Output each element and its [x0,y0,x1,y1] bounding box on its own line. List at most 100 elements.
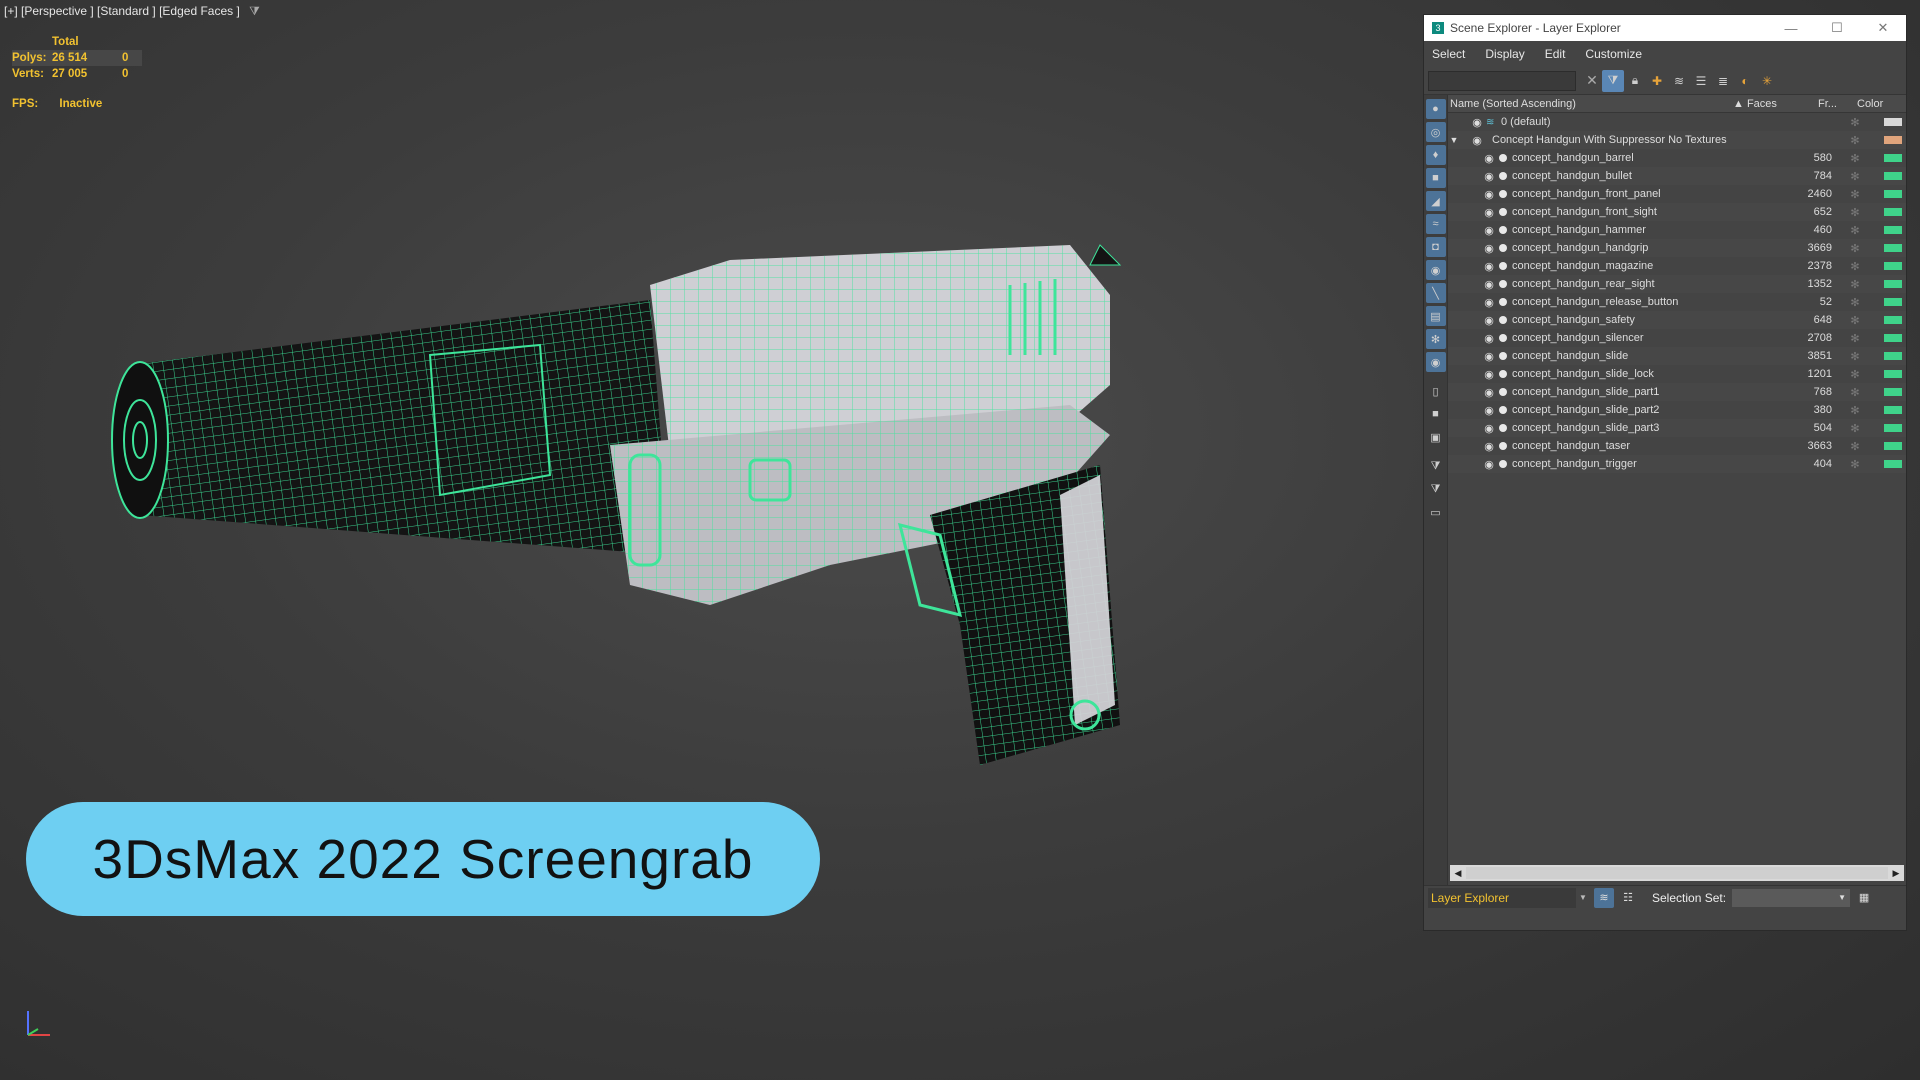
group-layer-row[interactable]: ▼ ◉ Concept Handgun With Suppressor No T… [1448,131,1906,149]
maximize-icon[interactable]: ☐ [1814,20,1860,36]
geometry-filter-icon[interactable]: ● [1425,99,1446,119]
freeze-icon[interactable]: ✻ [1840,314,1870,327]
hierarchy-mode-icon[interactable]: ☷ [1618,888,1638,908]
render-dot-icon[interactable] [1499,208,1507,216]
object-color-swatch[interactable] [1884,280,1902,288]
object-color-swatch[interactable] [1884,172,1902,180]
scroll-right-icon[interactable]: ▶ [1888,868,1904,879]
freeze-icon[interactable]: ✻ [1840,134,1870,147]
visibility-eye-icon[interactable]: ◉ [1482,314,1496,327]
render-dot-icon[interactable] [1499,334,1507,342]
object-row[interactable]: ◉ concept_handgun_silencer 2708 ✻ [1448,329,1906,347]
bones-filter-icon[interactable]: ╲ [1425,283,1446,303]
object-row[interactable]: ◉ concept_handgun_handgrip 3669 ✻ [1448,239,1906,257]
menu-customize[interactable]: Customize [1585,47,1642,61]
object-color-swatch[interactable] [1884,406,1902,414]
visibility-eye-icon[interactable]: ◉ [1482,350,1496,363]
object-row[interactable]: ◉ concept_handgun_barrel 580 ✻ [1448,149,1906,167]
object-row[interactable]: ◉ concept_handgun_taser 3663 ✻ [1448,437,1906,455]
visibility-eye-icon[interactable]: ◉ [1482,206,1496,219]
scroll-track[interactable] [1466,867,1888,879]
faces-column-header[interactable]: ▲ Faces [1733,98,1818,110]
lights-filter-icon[interactable]: ♦ [1425,145,1446,165]
selection-set-dropdown[interactable]: ▼ [1732,888,1851,907]
horizontal-scrollbar[interactable]: ◀ ▶ [1450,865,1904,881]
lock-icon[interactable]: 🔒︎ [1624,70,1646,92]
freeze-icon[interactable]: ✻ [1840,458,1870,471]
freeze-icon[interactable]: ✻ [1840,386,1870,399]
freeze-icon[interactable]: ✻ [1840,440,1870,453]
layer-stack-icon[interactable]: ≋ [1668,70,1690,92]
freeze-icon[interactable]: ✻ [1840,152,1870,165]
visibility-eye-icon[interactable]: ◉ [1482,332,1496,345]
scene-explorer-window[interactable]: 3 Scene Explorer - Layer Explorer — ☐ ✕ … [1423,14,1907,931]
render-dot-icon[interactable] [1499,442,1507,450]
object-row[interactable]: ◉ concept_handgun_slide 3851 ✻ [1448,347,1906,365]
object-color-swatch[interactable] [1884,208,1902,216]
menu-display[interactable]: Display [1485,47,1524,61]
visibility-eye-icon[interactable]: ◉ [1482,458,1496,471]
freeze-icon[interactable]: ✻ [1840,278,1870,291]
menu-select[interactable]: Select [1432,47,1465,61]
freeze-icon[interactable]: ✻ [1840,224,1870,237]
shapes-filter-icon[interactable]: ◎ [1425,122,1446,142]
render-dot-icon[interactable] [1499,280,1507,288]
visibility-eye-icon[interactable]: ◉ [1470,116,1484,129]
render-dot-icon[interactable] [1499,316,1507,324]
visibility-eye-icon[interactable]: ◉ [1482,368,1496,381]
freeze-icon[interactable]: ✻ [1840,332,1870,345]
explorer-titlebar[interactable]: 3 Scene Explorer - Layer Explorer — ☐ ✕ [1424,15,1906,41]
explorer-type-dropdown[interactable]: Layer Explorer [1428,887,1576,908]
object-color-swatch[interactable] [1884,316,1902,324]
edit-selection-set-icon[interactable]: ▦ [1854,888,1874,908]
color-column-header[interactable]: Color [1853,98,1903,110]
freeze-icon[interactable]: ✻ [1840,116,1870,129]
object-row[interactable]: ◉ concept_handgun_release_button 52 ✻ [1448,293,1906,311]
spacewarps-filter-icon[interactable]: ≈ [1425,214,1446,234]
freeze-icon[interactable]: ✻ [1840,260,1870,273]
visibility-eye-icon[interactable]: ◉ [1482,170,1496,183]
viewport[interactable]: [+] [Perspective ] [Standard ] [Edged Fa… [0,0,1420,1080]
highlight-icon[interactable]: ◐ [1734,70,1756,92]
visibility-eye-icon[interactable]: ◉ [1482,278,1496,291]
object-row[interactable]: ◉ concept_handgun_trigger 404 ✻ [1448,455,1906,473]
freeze-icon[interactable]: ✻ [1840,242,1870,255]
render-dot-icon[interactable] [1499,172,1507,180]
layer-mode-icon[interactable]: ≋ [1594,887,1614,908]
visibility-eye-icon[interactable]: ◉ [1470,134,1484,147]
render-dot-icon[interactable] [1499,262,1507,270]
visibility-eye-icon[interactable]: ◉ [1482,188,1496,201]
render-dot-icon[interactable] [1499,298,1507,306]
visibility-eye-icon[interactable]: ◉ [1482,440,1496,453]
render-dot-icon[interactable] [1499,190,1507,198]
object-color-swatch[interactable] [1884,424,1902,432]
object-color-swatch[interactable] [1884,370,1902,378]
handgun-wireframe-model[interactable] [110,205,1250,765]
render-dot-icon[interactable] [1499,370,1507,378]
object-row[interactable]: ◉ concept_handgun_front_panel 2460 ✻ [1448,185,1906,203]
filter-funnel-alt-icon[interactable]: ⧩ [1426,479,1446,499]
silencer-part[interactable] [111,300,670,555]
object-color-swatch[interactable] [1884,298,1902,306]
visibility-eye-icon[interactable]: ◉ [1482,422,1496,435]
hidden-filter-icon[interactable]: ◉ [1425,352,1446,372]
render-dot-icon[interactable] [1499,352,1507,360]
filter-funnel-icon[interactable]: ⧩ [1426,456,1446,476]
frozen-filter-icon[interactable]: ✻ [1425,329,1446,349]
object-color-swatch[interactable] [1884,154,1902,162]
render-dot-icon[interactable] [1499,460,1507,468]
object-row[interactable]: ◉ concept_handgun_hammer 460 ✻ [1448,221,1906,239]
display-all-icon[interactable]: ▯ [1426,381,1446,401]
filter-toggle-icon[interactable]: ⧩ [1602,69,1624,92]
scroll-left-icon[interactable]: ◀ [1450,868,1466,879]
name-column-header[interactable]: Name (Sorted Ascending) [1448,98,1733,110]
object-color-swatch[interactable] [1884,388,1902,396]
containers-filter-icon[interactable]: ▤ [1425,306,1446,326]
hierarchy-icon[interactable]: ☰ [1690,70,1712,92]
viewport-label-text[interactable]: [+] [Perspective ] [Standard ] [Edged Fa… [4,4,240,18]
object-color-swatch[interactable] [1884,334,1902,342]
render-dot-icon[interactable] [1499,388,1507,396]
object-row[interactable]: ◉ concept_handgun_slide_part3 504 ✻ [1448,419,1906,437]
render-dot-icon[interactable] [1499,226,1507,234]
filter-icon[interactable]: ⧩ [249,4,260,19]
